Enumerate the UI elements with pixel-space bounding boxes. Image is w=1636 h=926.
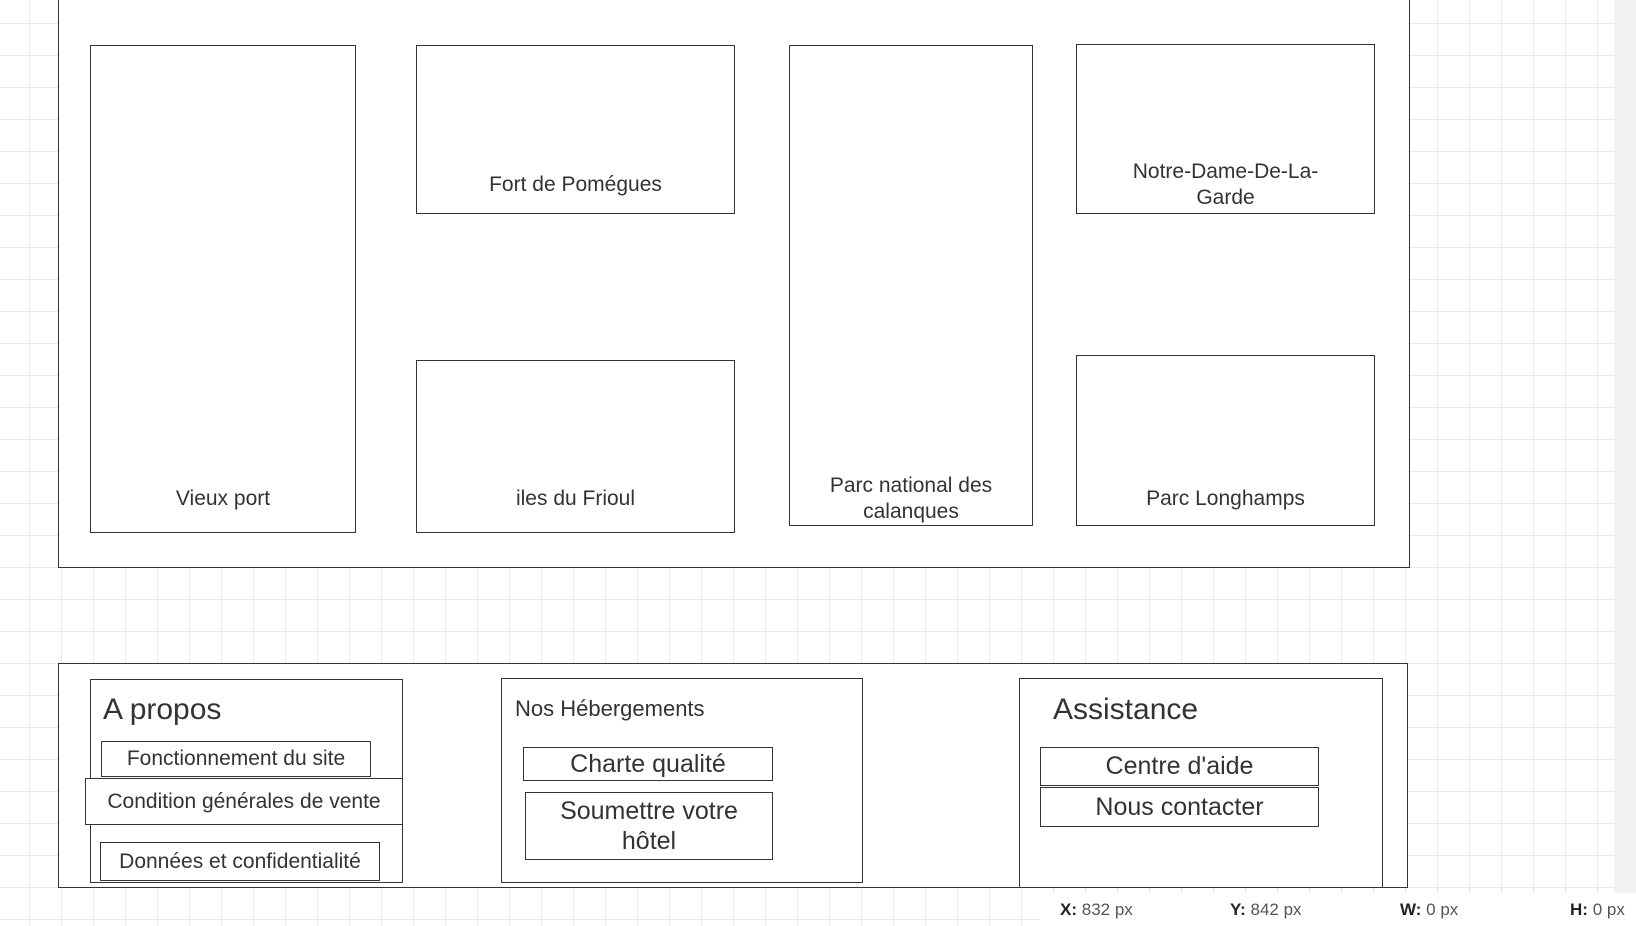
status-y-value: 842 px xyxy=(1250,900,1302,919)
link-nous-contacter[interactable]: Nous contacter xyxy=(1040,787,1319,827)
card-fort-pomegues[interactable]: Fort de Pomégues xyxy=(416,45,735,214)
card-label-line2: calanques xyxy=(863,500,959,523)
status-bar: X: 832 px Y: 842 px W: 0 px H: 0 px xyxy=(1040,893,1636,926)
card-vieux-port[interactable]: Vieux port xyxy=(90,45,356,533)
status-h-label: H: xyxy=(1570,900,1588,919)
card-iles-frioul[interactable]: iles du Frioul xyxy=(416,360,735,533)
status-y: Y: 842 px xyxy=(1230,900,1302,920)
card-label-line1: Parc national des xyxy=(829,474,993,497)
status-w-value: 0 px xyxy=(1426,900,1459,919)
status-w: W: 0 px xyxy=(1400,900,1458,920)
footer-about-title: A propos xyxy=(103,693,222,726)
card-notre-dame[interactable]: Notre-Dame-De-La- Garde xyxy=(1076,44,1375,214)
status-w-label: W: xyxy=(1400,900,1422,919)
card-label-line2: Garde xyxy=(1196,186,1255,209)
footer-accommodations-title: Nos Hébergements xyxy=(515,696,705,721)
status-x: X: 832 px xyxy=(1060,900,1133,920)
vertical-scrollbar[interactable] xyxy=(1614,0,1636,926)
link-charte-qualite[interactable]: Charte qualité xyxy=(523,747,773,781)
link-centre-d-aide[interactable]: Centre d'aide xyxy=(1040,747,1319,786)
status-h-value: 0 px xyxy=(1592,900,1625,919)
status-y-label: Y: xyxy=(1230,900,1246,919)
card-calanques[interactable]: Parc national des calanques xyxy=(789,45,1033,526)
card-label-line1: Notre-Dame-De-La- xyxy=(1132,160,1319,183)
status-x-value: 832 px xyxy=(1081,900,1133,919)
footer-assistance-title: Assistance xyxy=(1053,693,1199,726)
status-x-label: X: xyxy=(1060,900,1077,919)
status-h: H: 0 px xyxy=(1570,900,1625,920)
link-fonctionnement-du-site[interactable]: Fonctionnement du site xyxy=(101,741,371,777)
link-conditions-generales-de-vente[interactable]: Condition générales de vente xyxy=(85,778,403,825)
link-soumettre-votre-hotel[interactable]: Soumettre votre hôtel xyxy=(525,792,773,860)
card-label: Fort de Pomégues xyxy=(489,173,662,196)
card-longhamps[interactable]: Parc Longhamps xyxy=(1076,355,1375,526)
card-label: Parc Longhamps xyxy=(1146,487,1305,510)
card-label: Vieux port xyxy=(175,487,271,510)
link-donnees-et-confidentialite[interactable]: Données et confidentialité xyxy=(100,842,380,881)
card-label: iles du Frioul xyxy=(515,487,636,510)
